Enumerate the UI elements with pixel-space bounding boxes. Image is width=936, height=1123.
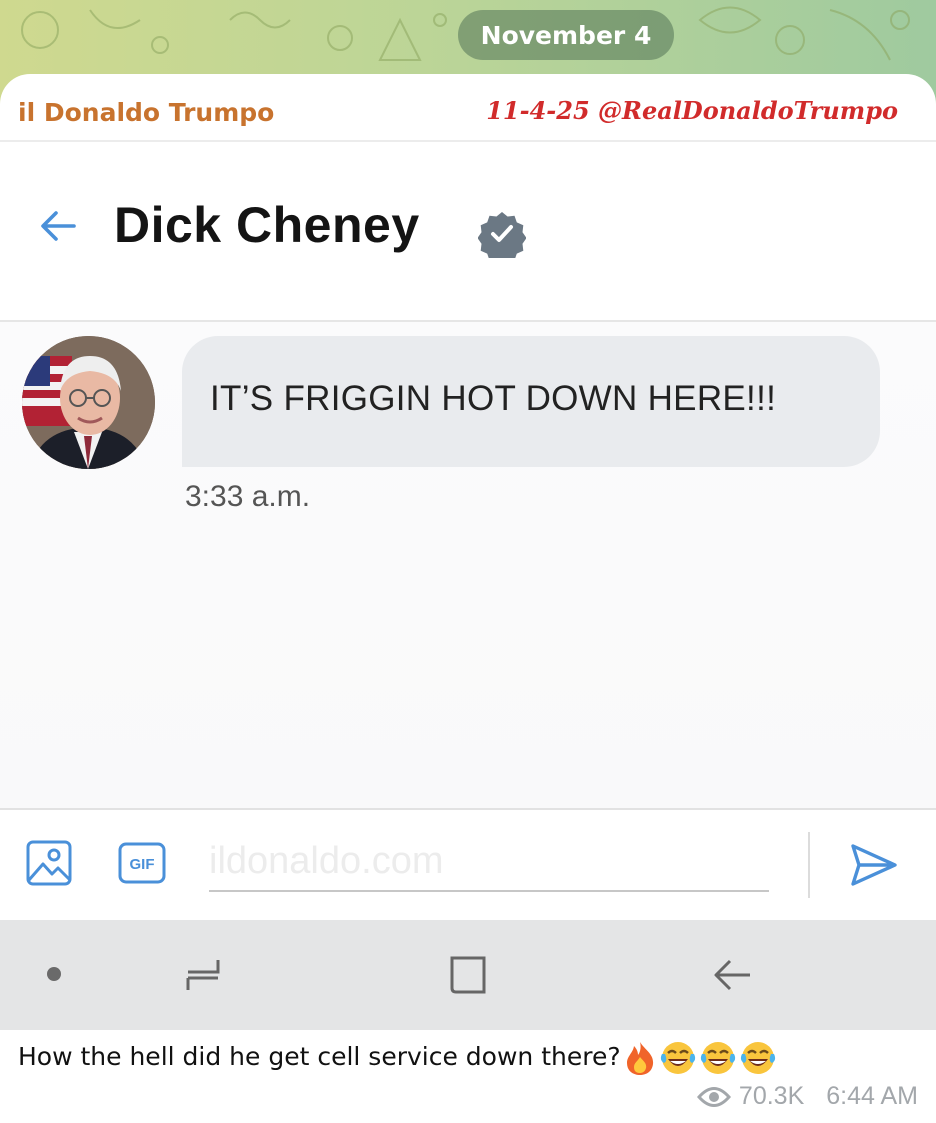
conversation-header: Dick Cheney — [0, 142, 936, 320]
contact-name: Dick Cheney — [114, 197, 420, 253]
embedded-screenshot[interactable]: Dick Cheney IT’S FRIGGIN HOT DOWN HERE!!… — [0, 140, 936, 1030]
svg-text:GIF: GIF — [130, 856, 155, 873]
eye-icon — [696, 1086, 731, 1107]
received-message-bubble[interactable]: IT’S FRIGGIN HOT DOWN HERE!!! — [182, 336, 880, 467]
post-meta: 70.3K 6:44 AM — [696, 1082, 918, 1111]
home-icon[interactable] — [446, 952, 492, 998]
tears-of-joy-icon — [740, 1042, 775, 1074]
message-bubble: il Donaldo Trumpo 11-4-25 @RealDonaldoTr… — [0, 74, 936, 1123]
tears-of-joy-icon — [660, 1042, 695, 1074]
date-pill: November 4 — [458, 10, 674, 60]
android-navigation-bar — [0, 920, 936, 1030]
signature-text: 11-4-25 @RealDonaldoTrumpo — [486, 96, 898, 125]
message-composer: GIF — [0, 810, 936, 920]
tears-of-joy-icon — [700, 1042, 735, 1074]
post-time: 6:44 AM — [826, 1082, 918, 1110]
message-timestamp: 3:33 a.m. — [185, 480, 311, 513]
recent-apps-icon[interactable] — [180, 952, 226, 998]
sender-name[interactable]: il Donaldo Trumpo — [18, 98, 274, 127]
gif-icon[interactable]: GIF — [118, 842, 166, 884]
send-icon[interactable] — [849, 840, 899, 890]
nav-back-icon[interactable] — [710, 952, 756, 998]
avatar-portrait — [22, 336, 155, 469]
divider — [808, 832, 810, 898]
back-arrow-icon[interactable] — [36, 204, 80, 248]
image-icon[interactable] — [26, 840, 72, 886]
post-caption: How the hell did he get cell service dow… — [18, 1040, 777, 1076]
nav-dot-icon[interactable] — [47, 967, 61, 981]
avatar[interactable] — [22, 336, 155, 469]
fire-icon — [626, 1042, 653, 1075]
message-input[interactable] — [209, 832, 769, 892]
verified-badge-icon — [478, 212, 526, 258]
view-count: 70.3K — [738, 1082, 805, 1110]
conversation-area: IT’S FRIGGIN HOT DOWN HERE!!! 3:33 a.m. — [0, 322, 936, 808]
caption-text: How the hell did he get cell service dow… — [18, 1042, 621, 1071]
message-text: IT’S FRIGGIN HOT DOWN HERE!!! — [210, 379, 777, 418]
